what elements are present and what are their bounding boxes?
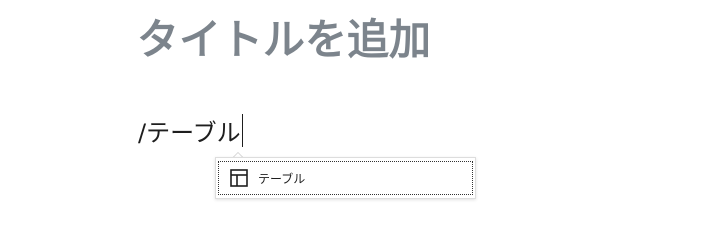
post-title-input[interactable]: タイトルを追加	[137, 12, 431, 68]
block-autocomplete-popover: テーブル	[215, 157, 476, 199]
slash-command-text: /テーブル	[138, 118, 241, 147]
table-icon	[229, 168, 249, 188]
autocomplete-option-table[interactable]: テーブル	[218, 161, 473, 195]
text-caret	[241, 113, 243, 147]
paragraph-block[interactable]: /テーブル	[138, 113, 243, 147]
autocomplete-option-label: テーブル	[258, 171, 306, 186]
